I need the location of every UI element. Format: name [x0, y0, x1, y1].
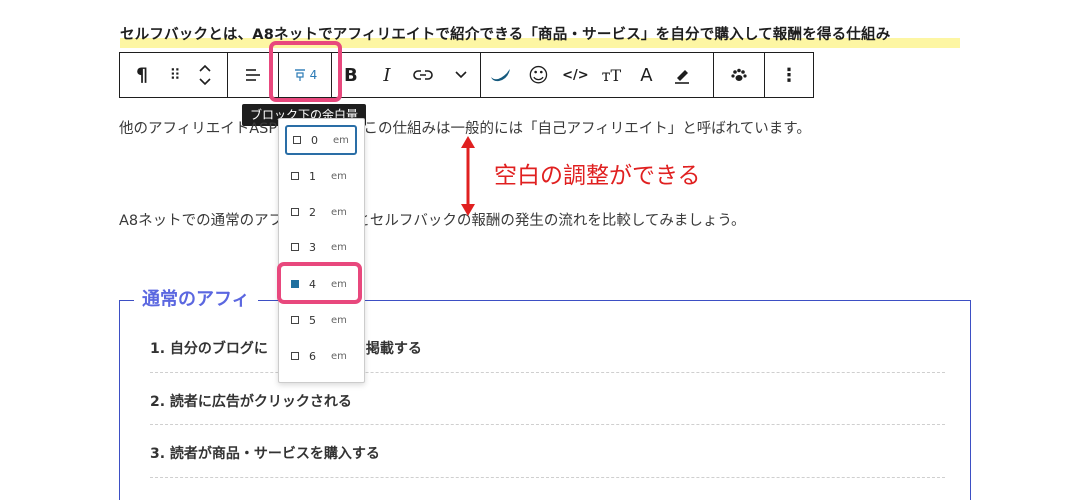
option-unit: em [331, 206, 347, 218]
checkbox-icon [291, 208, 299, 216]
font-button[interactable]: A [629, 53, 663, 97]
spacing-option-6[interactable]: 6 em [285, 341, 357, 371]
spacing-option-5[interactable]: 5 em [285, 305, 357, 335]
paw-icon[interactable] [714, 53, 764, 97]
paragraph-icon[interactable]: ¶ [120, 53, 164, 97]
spacing-option-2[interactable]: 2 em [285, 197, 357, 227]
list-item: 3. 読者が商品・サービスを購入する [150, 446, 380, 462]
spacing-dropdown: 0 em 1 em 2 em 3 em 4 em 5 em 6 em [278, 118, 365, 383]
options-button[interactable]: ⋮ [765, 53, 813, 97]
drag-handle-icon[interactable]: ⠿ [164, 53, 186, 97]
spacing-option-3[interactable]: 3 em [285, 232, 357, 262]
typography-button[interactable]: ᴛT [593, 53, 629, 97]
annotation-text: 空白の調整ができる [494, 163, 701, 189]
divider [150, 424, 945, 425]
checkbox-icon [293, 136, 301, 144]
option-value: 2 [309, 205, 316, 219]
option-unit: em [333, 134, 349, 146]
italic-button[interactable]: I [370, 53, 404, 97]
checkbox-icon [291, 172, 299, 180]
moon-icon[interactable] [481, 53, 519, 97]
option-value: 0 [311, 133, 318, 147]
checkbox-icon [291, 243, 299, 251]
move-up-down-icon[interactable] [186, 53, 224, 97]
option-unit: em [331, 350, 347, 362]
highlighter-icon[interactable] [663, 53, 701, 97]
checkbox-icon [291, 352, 299, 360]
divider [150, 372, 945, 373]
page-heading: セルフバックとは、A8ネットでアフィリエイトで紹介できる「商品・サービス」を自分… [120, 22, 960, 48]
selected-option-highlight [277, 262, 362, 304]
chevron-down-icon[interactable] [442, 53, 480, 97]
option-value: 6 [309, 349, 316, 363]
code-button[interactable]: </> [557, 53, 593, 97]
checkbox-icon [291, 316, 299, 324]
divider [150, 477, 945, 478]
option-unit: em [331, 241, 347, 253]
spacing-option-1[interactable]: 1 em [285, 161, 357, 191]
double-arrow-icon [461, 136, 475, 216]
list-title: 通常のアフィ [134, 285, 258, 311]
spacing-button-highlight [269, 41, 342, 102]
emoji-icon[interactable]: ☺ [519, 53, 557, 97]
paragraph-2: A8ネットでの通常のアフィリエイトとセルフバックの報酬の発生の流れを比較してみま… [119, 213, 746, 229]
spacing-option-0[interactable]: 0 em [285, 125, 357, 155]
option-unit: em [331, 314, 347, 326]
link-icon[interactable] [404, 53, 442, 97]
option-value: 3 [309, 240, 316, 254]
option-value: 5 [309, 313, 316, 327]
block-toolbar: ¶ ⠿ 4 B I ☺ </> ᴛT A ⋮ [119, 52, 814, 98]
option-unit: em [331, 170, 347, 182]
option-value: 1 [309, 169, 316, 183]
list-item: 2. 読者に広告がクリックされる [150, 394, 352, 410]
